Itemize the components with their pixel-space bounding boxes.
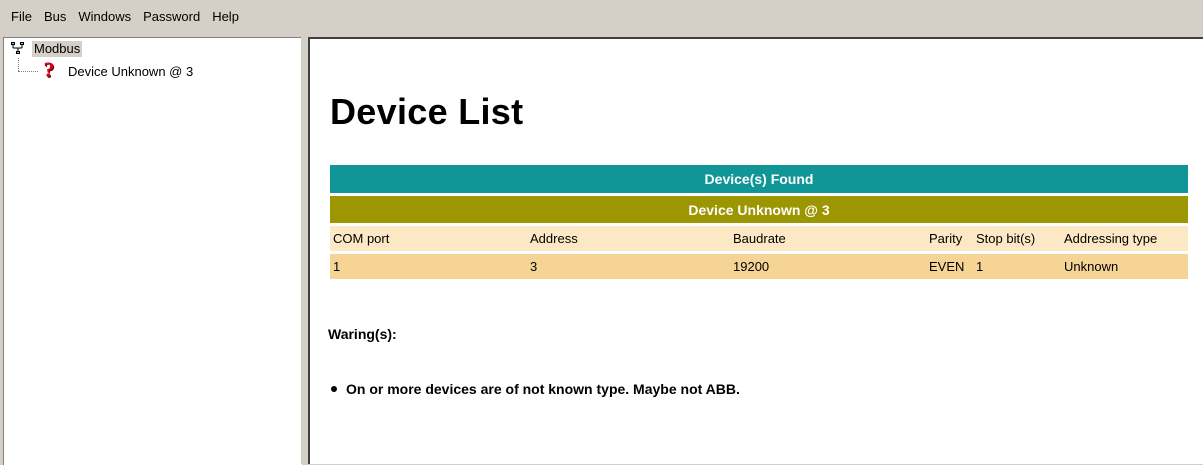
tree-connector [18,58,19,71]
column-header-addressing-type: Addressing type [1061,226,1188,251]
panel-splitter[interactable] [301,37,308,464]
menu-help[interactable]: Help [208,8,243,26]
column-header-address: Address [527,226,730,251]
devices-found-header: Device(s) Found [330,165,1188,193]
tree-item-device[interactable]: ? Device Unknown @ 3 [40,57,194,82]
cell-com-port: 1 [330,254,527,279]
network-icon [11,42,24,54]
tree-root-modbus[interactable]: Modbus [10,41,83,57]
warning-text: On or more devices are of not known type… [346,381,740,397]
tree-item-label: Device Unknown @ 3 [68,63,194,79]
warnings-title: Waring(s): [328,326,397,342]
list-item: On or more devices are of not known type… [328,381,740,397]
table-section-header: Device Unknown @ 3 [330,196,1188,223]
warnings-list: On or more devices are of not known type… [328,381,740,397]
menu-password[interactable]: Password [139,8,204,26]
table-section-header: Device(s) Found [330,165,1188,193]
bullet-icon [331,386,337,392]
menu-windows[interactable]: Windows [74,8,135,26]
column-header-stop-bits: Stop bit(s) [973,226,1061,251]
tree-root-label: Modbus [32,41,83,57]
cell-baudrate: 19200 [730,254,926,279]
menu-bus[interactable]: Bus [40,8,70,26]
cell-addressing-type: Unknown [1061,254,1188,279]
device-table: Device(s) Found Device Unknown @ 3 COM p… [330,162,1188,282]
column-header-baudrate: Baudrate [730,226,926,251]
menu-file[interactable]: File [7,8,36,26]
cell-address: 3 [527,254,730,279]
device-list-panel: Device List Device(s) Found Device Unkno… [308,37,1203,464]
column-header-parity: Parity [926,226,973,251]
table-header-row: COM port Address Baudrate Parity Stop bi… [330,226,1188,251]
device-header: Device Unknown @ 3 [330,196,1188,223]
page-title: Device List [330,91,524,132]
menu-bar: File Bus Windows Password Help [0,0,1203,33]
cell-parity: EVEN [926,254,973,279]
table-row: 1 3 19200 EVEN 1 Unknown [330,254,1188,279]
device-tree-panel: Modbus ? Device Unknown @ 3 [3,37,302,465]
column-header-com-port: COM port [330,226,527,251]
question-mark-icon: ? [43,57,55,82]
tree-connector [18,71,38,72]
cell-stop-bits: 1 [973,254,1061,279]
